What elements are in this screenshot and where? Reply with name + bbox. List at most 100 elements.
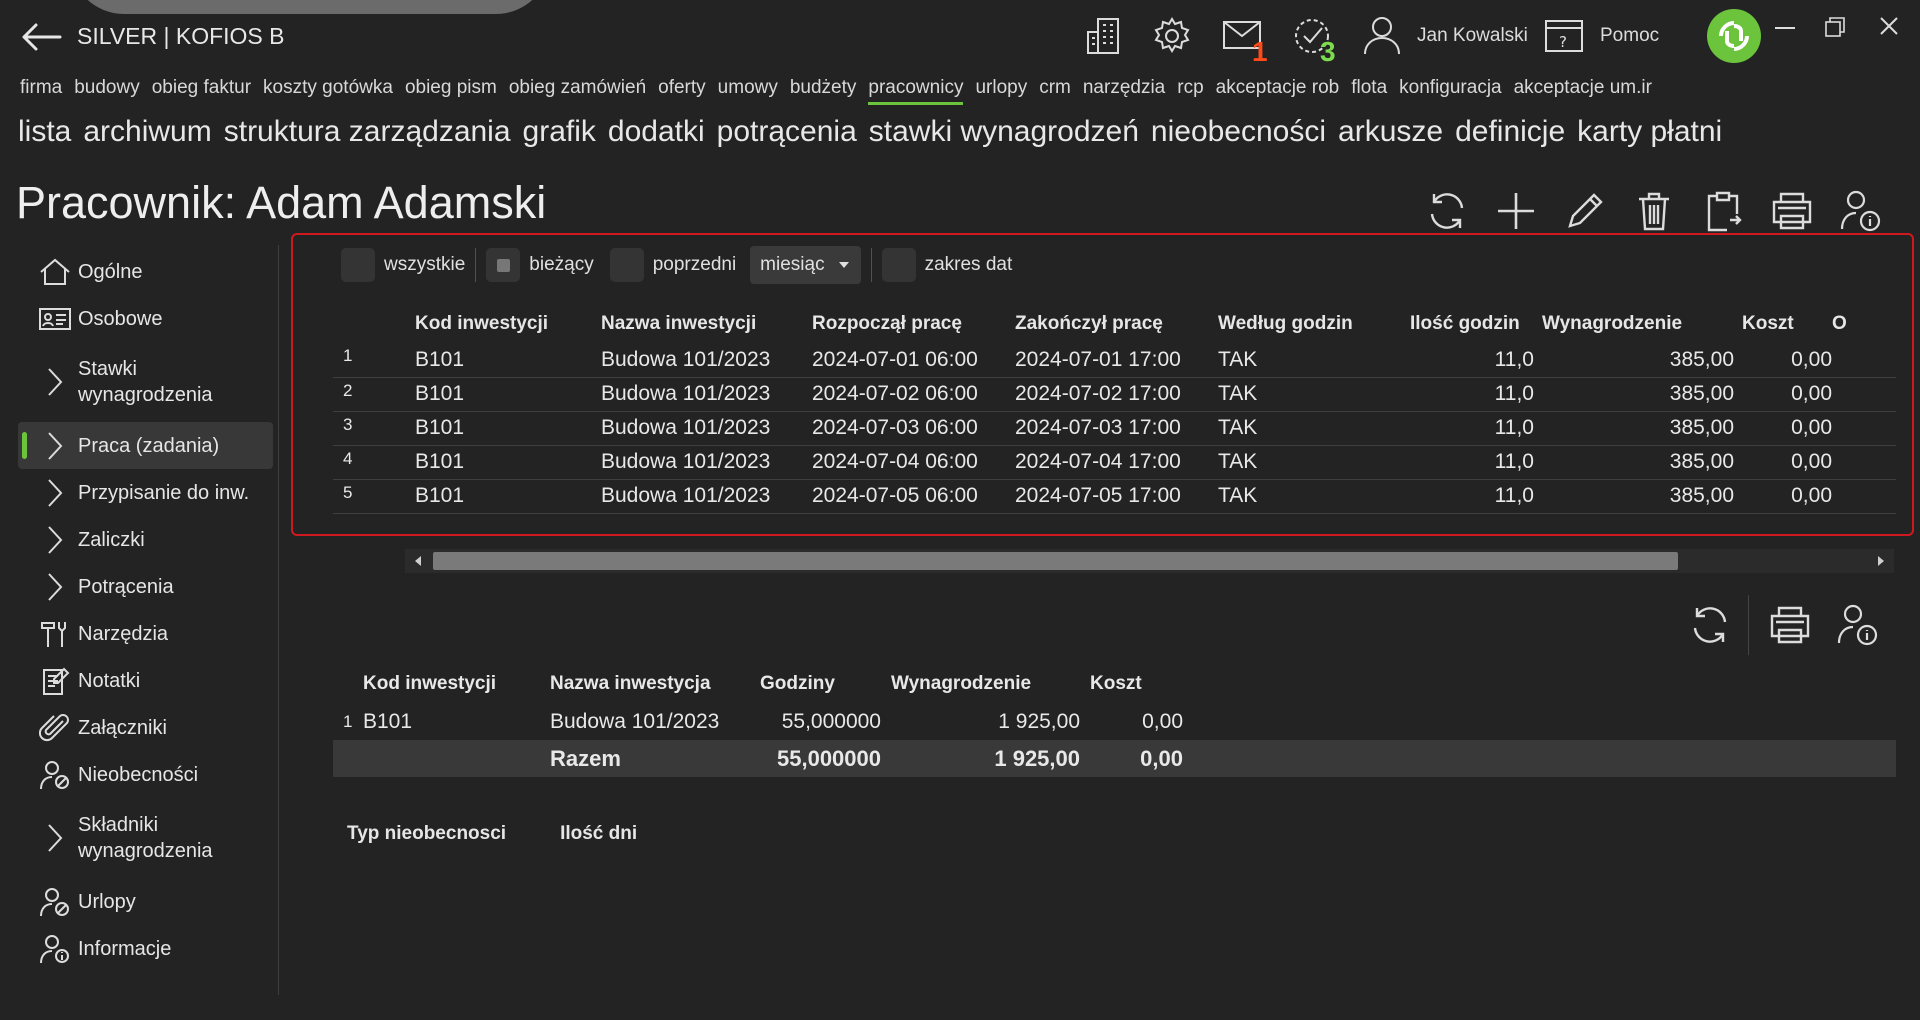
subnav-item-potrącenia[interactable]: potrącenia [717,115,857,149]
nav-item-budowy[interactable]: budowy [74,77,140,99]
nav-item-obieg-zamówień[interactable]: obieg zamówień [509,77,646,99]
nav-item-koszty-gotówka[interactable]: koszty gotówka [263,77,393,99]
subnav-item-grafik[interactable]: grafik [523,115,596,149]
user-name[interactable]: Jan Kowalski [1417,25,1528,47]
table-row[interactable]: 1 B101 Budowa 101/2023 55,000000 1 925,00 0,0… [333,704,1896,740]
subnav-item-struktura-zarządzania[interactable]: struktura zarządzania [224,115,511,149]
filter-current-checkbox[interactable] [486,248,521,282]
scroll-left-icon[interactable] [415,556,421,566]
horizontal-scrollbar[interactable] [405,549,1894,573]
table-cell: 2024-07-05 17:00 [1015,479,1218,514]
sidebar-item[interactable]: Załączniki [18,704,273,751]
column-header[interactable]: Kod inwestycji [415,305,601,343]
subnav-item-definicje[interactable]: definicje [1455,115,1565,149]
refresh-icon[interactable] [1412,188,1481,234]
table-row[interactable]: 5 B101 Budowa 101/2023 2024-07-05 06:00 2024… [333,479,1896,514]
column-header[interactable]: Koszt [1080,664,1183,704]
nav-item-narzędzia[interactable]: narzędzia [1083,77,1165,99]
filter-previous-checkbox[interactable] [609,248,644,282]
close-icon[interactable] [1879,16,1899,36]
subnav-item-stawki-wynagrodzeń[interactable]: stawki wynagrodzeń [869,115,1139,149]
nav-item-oferty[interactable]: oferty [658,77,706,99]
column-header[interactable]: Godziny [750,664,881,704]
nav-item-obieg-faktur[interactable]: obieg faktur [152,77,251,99]
sidebar-item[interactable]: Zaliczki [18,516,273,563]
sidebar-item[interactable]: Ogólne [18,248,273,295]
subnav-item-archiwum[interactable]: archiwum [83,115,211,149]
building-icon[interactable] [1084,16,1124,56]
filter-all-checkbox[interactable] [341,248,375,282]
sidebar-item[interactable]: Stawki wynagrodzenia [18,342,273,422]
sidebar-item[interactable]: Praca (zadania) [18,422,273,469]
column-header[interactable]: Rozpoczął pracę [812,305,1015,343]
sidebar-item[interactable]: Nieobecności [18,751,273,798]
column-header[interactable]: Zakończył pracę [1015,305,1218,343]
nav-item-pracownicy[interactable]: pracownicy [868,77,964,105]
delete-trash-icon[interactable] [1619,188,1688,234]
subnav-item-nieobecności[interactable]: nieobecności [1151,115,1326,149]
nav-item-firma[interactable]: firma [20,77,62,99]
help-window-icon[interactable]: ? [1544,19,1584,53]
summary-user-info-icon[interactable] [1823,602,1893,648]
summary-print-icon[interactable] [1757,602,1823,648]
user-icon[interactable] [1362,14,1402,56]
period-dropdown[interactable]: miesiąc [750,246,861,284]
summary-refresh-icon[interactable] [1680,602,1740,648]
column-header[interactable]: Wynagrodzenie [881,664,1080,704]
nav-item-rcp[interactable]: rcp [1177,77,1203,99]
restore-icon[interactable] [1825,17,1845,37]
add-icon[interactable] [1481,188,1550,234]
nav-item-budżety[interactable]: budżety [790,77,857,99]
subnav-item-dodatki[interactable]: dodatki [608,115,705,149]
subnav-item-karty-płatni[interactable]: karty płatni [1577,115,1722,149]
filter-current-label[interactable]: bieżący [529,254,593,276]
table-row[interactable]: 3 B101 Budowa 101/2023 2024-07-03 06:00 2024… [333,411,1896,446]
clipboard-export-icon[interactable] [1688,188,1757,234]
column-header[interactable]: O [1832,305,1896,343]
sidebar-item[interactable]: Urlopy [18,878,273,925]
nav-item-akceptacje-um.ir[interactable]: akceptacje um.ir [1514,77,1652,99]
edit-pencil-icon[interactable] [1550,188,1619,234]
table-row[interactable]: 4 B101 Budowa 101/2023 2024-07-04 06:00 2024… [333,445,1896,480]
sidebar-item[interactable]: Narzędzia [18,610,273,657]
sidebar-item[interactable]: Składniki wynagrodzenia [18,798,273,878]
subnav-item-arkusze[interactable]: arkusze [1338,115,1443,149]
table-cell: 4 [333,445,415,480]
table-row[interactable]: 2 B101 Budowa 101/2023 2024-07-02 06:00 2024… [333,377,1896,412]
minimize-icon[interactable] [1775,26,1795,30]
column-header[interactable]: Ilość godzin [1380,305,1542,343]
subnav-item-lista[interactable]: lista [18,115,71,149]
column-header[interactable]: Nazwa inwestycji [601,305,812,343]
sidebar-item[interactable]: Osobowe [18,295,273,342]
sidebar-item[interactable]: Potrącenia [18,563,273,610]
nav-item-akceptacje-rob[interactable]: akceptacje rob [1216,77,1340,99]
scrollbar-thumb[interactable] [433,552,1678,570]
help-label[interactable]: Pomoc [1600,25,1659,47]
column-header[interactable]: Typ nieobecnosci [347,823,506,845]
sidebar-item[interactable]: Przypisanie do inw. [18,469,273,516]
scroll-right-icon[interactable] [1878,556,1884,566]
user-info-icon[interactable] [1826,188,1895,234]
column-header[interactable]: Według godzin [1218,305,1380,343]
filter-previous-label[interactable]: poprzedni [653,254,736,276]
sidebar-item[interactable]: Informacje [18,925,273,972]
back-arrow-icon[interactable] [20,22,62,52]
nav-item-konfiguracja[interactable]: konfiguracja [1399,77,1501,99]
gear-icon[interactable] [1152,16,1192,56]
filter-all-label[interactable]: wszystkie [384,254,465,276]
nav-item-flota[interactable]: flota [1351,77,1387,99]
sidebar-item[interactable]: Notatki [18,657,273,704]
column-header[interactable]: Ilość dni [560,823,637,845]
nav-item-crm[interactable]: crm [1039,77,1071,99]
column-header[interactable]: Wynagrodzenie [1542,305,1742,343]
table-row[interactable]: 1 B101 Budowa 101/2023 2024-07-01 06:00 2024… [333,343,1896,378]
column-header[interactable]: Nazwa inwestycja [550,664,750,704]
print-icon[interactable] [1757,188,1826,234]
filter-range-label[interactable]: zakres dat [925,254,1013,276]
filter-range-checkbox[interactable] [881,248,916,282]
column-header[interactable]: Koszt [1742,305,1832,343]
nav-item-obieg-pism[interactable]: obieg pism [405,77,497,99]
nav-item-urlopy[interactable]: urlopy [975,77,1027,99]
column-header[interactable]: Kod inwestycji [363,664,550,704]
nav-item-umowy[interactable]: umowy [718,77,778,99]
